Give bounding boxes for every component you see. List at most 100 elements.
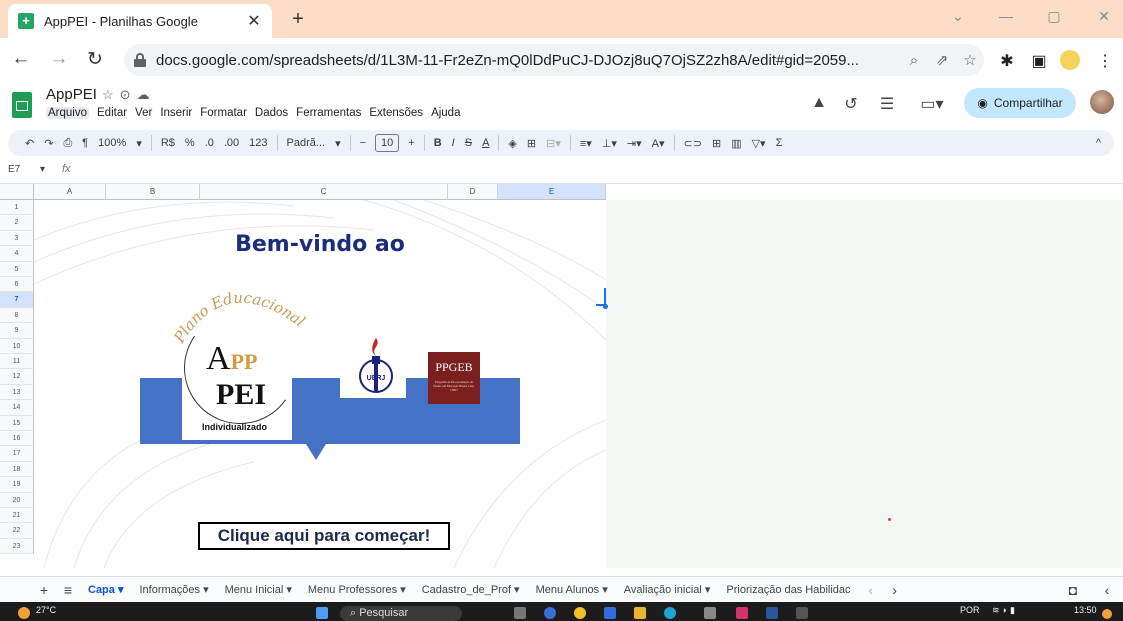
column-header-d[interactable]: D: [448, 184, 498, 200]
fill-handle[interactable]: [603, 304, 608, 309]
edge-icon[interactable]: [604, 607, 616, 619]
decrease-decimal-button[interactable]: .0: [200, 137, 219, 149]
collapse-side-panel-icon[interactable]: ‹: [1095, 582, 1119, 598]
row-header-14[interactable]: 14: [0, 400, 34, 416]
url-text[interactable]: docs.google.com/spreadsheets/d/1L3M-11-F…: [156, 52, 900, 69]
menu-arquivo[interactable]: Arquivo: [46, 107, 89, 119]
sheet-tab[interactable]: Menu Inicial ▾: [217, 583, 300, 596]
clock[interactable]: 13:50: [1074, 605, 1097, 615]
sheet-tab-dropdown-icon[interactable]: ▾: [511, 584, 520, 596]
scroll-tabs-right-icon[interactable]: ›: [883, 582, 907, 598]
insert-comment-icon[interactable]: ⊞: [707, 137, 726, 150]
share-page-icon[interactable]: ⇗: [928, 51, 956, 69]
minimize-button[interactable]: —: [996, 8, 1016, 24]
scroll-tabs-left-icon[interactable]: ‹: [859, 582, 883, 598]
row-header-21[interactable]: 21: [0, 508, 34, 524]
row-header-5[interactable]: 5: [0, 261, 34, 277]
fill-color-icon[interactable]: ◈: [503, 137, 521, 150]
all-sheets-icon[interactable]: ≡: [56, 582, 80, 598]
user-avatar[interactable]: [1090, 90, 1114, 114]
increase-font-size-button[interactable]: +: [403, 137, 419, 149]
sheet-tab[interactable]: Informações ▾: [131, 583, 216, 596]
sheet-tab[interactable]: Cadastro_de_Prof ▾: [414, 583, 528, 596]
sheet-tab-dropdown-icon[interactable]: ▾: [283, 584, 292, 596]
back-icon[interactable]: ←: [10, 48, 32, 70]
row-header-18[interactable]: 18: [0, 461, 34, 478]
filter-icon[interactable]: ▽▾: [747, 137, 771, 150]
font-size-input[interactable]: 10: [375, 134, 400, 152]
zoom-icon[interactable]: ⌕: [900, 52, 928, 69]
row-header-22[interactable]: 22: [0, 523, 34, 539]
add-sheet-icon[interactable]: +: [32, 582, 56, 598]
row-header-15[interactable]: 15: [0, 415, 34, 431]
collapse-toolbar-icon[interactable]: ^: [1091, 137, 1106, 149]
increase-decimal-button[interactable]: .00: [219, 137, 244, 149]
notification-badge[interactable]: [1102, 609, 1112, 619]
tab-search-icon[interactable]: ⌄: [948, 8, 968, 25]
menu-dados[interactable]: Dados: [255, 107, 288, 119]
menu-formatar[interactable]: Formatar: [200, 107, 247, 119]
font-dropdown-icon[interactable]: ▾: [330, 137, 346, 150]
italic-button[interactable]: I: [447, 137, 460, 149]
row-header-13[interactable]: 13: [0, 384, 34, 401]
menu-inserir[interactable]: Inserir: [160, 107, 192, 119]
spreadsheet-grid[interactable]: A B C D E 1 2 3 4 5 6 7 8 9 10 11 12 13 14 15 16 17 18 19 2…: [0, 184, 1123, 568]
name-box[interactable]: E7: [8, 164, 20, 175]
forward-icon[interactable]: →: [48, 48, 70, 70]
chrome-icon[interactable]: [574, 607, 586, 619]
text-color-button[interactable]: A: [477, 137, 494, 149]
row-header-4[interactable]: 4: [0, 246, 34, 262]
percent-format-button[interactable]: %: [180, 137, 200, 149]
comments-icon[interactable]: ☰: [876, 94, 898, 114]
insert-link-icon[interactable]: ⊂⊃: [679, 137, 707, 150]
weather-temp[interactable]: 27°C: [36, 605, 56, 615]
reload-icon[interactable]: ↻: [84, 48, 106, 71]
functions-button[interactable]: Σ: [771, 137, 788, 149]
sheet-tab-dropdown-icon[interactable]: ▾: [397, 584, 406, 596]
vertical-align-icon[interactable]: ⊥▾: [597, 137, 622, 150]
currency-format-button[interactable]: R$: [156, 137, 180, 149]
menu-ajuda[interactable]: Ajuda: [431, 107, 460, 119]
sheet-tab[interactable]: Menu Alunos ▾: [528, 583, 616, 596]
row-header-2[interactable]: 2: [0, 215, 34, 231]
sheet-tab-dropdown-icon[interactable]: ▾: [115, 584, 124, 596]
merge-cells-icon[interactable]: ⊟▾: [541, 137, 566, 150]
bookmark-star-icon[interactable]: ☆: [956, 51, 984, 69]
column-header-a[interactable]: A: [34, 184, 106, 200]
row-header-17[interactable]: 17: [0, 446, 34, 462]
number-format-button[interactable]: 123: [244, 137, 272, 149]
text-wrap-icon[interactable]: ⇥▾: [622, 137, 647, 150]
windows-start-icon[interactable]: [316, 607, 328, 619]
row-header-9[interactable]: 9: [0, 323, 34, 339]
undo-icon[interactable]: ↶: [20, 137, 39, 150]
font-select[interactable]: Padrã...: [282, 137, 331, 149]
row-header-3[interactable]: 3: [0, 230, 34, 247]
meet-icon[interactable]: ▭▾: [914, 94, 950, 114]
row-header-19[interactable]: 19: [0, 477, 34, 493]
sheet-tab-dropdown-icon[interactable]: ▾: [200, 584, 209, 596]
row-header-6[interactable]: 6: [0, 277, 34, 293]
row-header-23[interactable]: 23: [0, 538, 34, 555]
row-header-20[interactable]: 20: [0, 492, 34, 508]
chat-icon[interactable]: [544, 607, 556, 619]
app-icon[interactable]: [796, 607, 808, 619]
explore-icon[interactable]: ◘: [1061, 582, 1085, 598]
insert-chart-icon[interactable]: ▥: [726, 137, 746, 150]
history-icon[interactable]: ↺: [840, 94, 862, 114]
sheet-tab[interactable]: Priorização das Habilidac: [718, 584, 858, 596]
word-icon[interactable]: [766, 607, 778, 619]
row-header-11[interactable]: 11: [0, 354, 34, 370]
restore-button[interactable]: ▢: [1044, 8, 1064, 25]
zoom-dropdown-icon[interactable]: ▾: [131, 137, 147, 150]
share-button[interactable]: ◉ Compartilhar: [964, 88, 1076, 118]
weather-icon[interactable]: [18, 607, 30, 619]
horizontal-align-icon[interactable]: ≡▾: [575, 137, 597, 150]
select-all-corner[interactable]: [0, 184, 34, 200]
menu-ferramentas[interactable]: Ferramentas: [296, 107, 361, 119]
new-tab-button[interactable]: +: [288, 8, 308, 31]
close-window-button[interactable]: ✕: [1094, 8, 1114, 25]
bold-button[interactable]: B: [429, 137, 447, 149]
menu-ver[interactable]: Ver: [135, 107, 152, 119]
profile-avatar[interactable]: [1060, 50, 1080, 70]
omnibox[interactable]: docs.google.com/spreadsheets/d/1L3M-11-F…: [124, 44, 984, 76]
